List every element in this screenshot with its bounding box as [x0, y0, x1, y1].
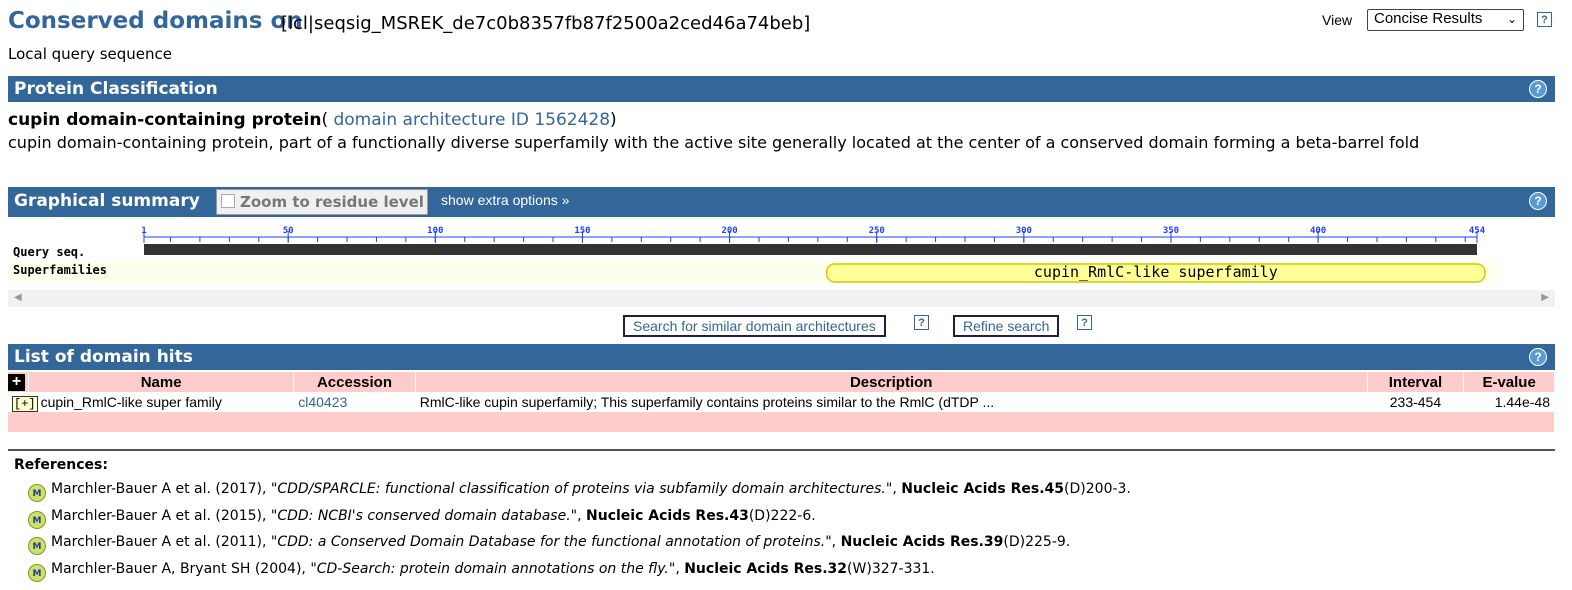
view-selected-value: Concise Results [1374, 10, 1483, 27]
help-icon[interactable]: ? [1077, 315, 1092, 330]
ruler-tick-label: 1 [141, 226, 146, 236]
reference-item: M Marchler-Bauer A et al. (2015), "CDD: N… [28, 508, 816, 529]
pubmed-icon[interactable]: M [28, 484, 46, 502]
query-seq-label: Query seq. [13, 245, 85, 259]
help-icon[interactable]: ? [914, 315, 929, 330]
ruler-tick-label: 400 [1310, 226, 1326, 236]
graphical-summary-title: Graphical summary [14, 191, 200, 211]
ruler-tick-label: 100 [427, 226, 443, 236]
expand-all-icon[interactable]: + [8, 374, 25, 391]
show-extra-options-link[interactable]: show extra options » [441, 192, 569, 208]
view-label: View [1322, 12, 1353, 28]
ruler-tick-label: 50 [283, 226, 294, 236]
column-header-description: Description [415, 372, 1368, 392]
horizontal-scrollbar[interactable]: ◀ ▶ [8, 290, 1555, 307]
search-similar-architectures-button[interactable]: Search for similar domain architectures [623, 315, 886, 337]
pubmed-icon[interactable]: M [28, 537, 46, 555]
protein-name-text: cupin domain-containing protein [8, 110, 322, 130]
view-select[interactable]: Concise Results ⌄ [1367, 9, 1524, 31]
table-row: [+] cupin_RmlC-like super family cl40423 … [8, 392, 1555, 412]
hit-name-cell: [+] cupin_RmlC-like super family [8, 392, 295, 412]
zoom-label: Zoom to residue level [240, 193, 424, 211]
expand-all-cell[interactable]: + [8, 372, 29, 392]
hit-evalue: 1.44e-48 [1463, 392, 1555, 412]
ruler-tick-label: 454 [1469, 226, 1486, 236]
reference-item: M Marchler-Bauer A et al. (2011), "CDD: a… [28, 534, 1070, 555]
hit-accession-cell: cl40423 [293, 392, 416, 412]
superfamilies-label: Superfamilies [13, 263, 107, 277]
domain-hits-title: List of domain hits [14, 347, 193, 367]
domain-hits-table: + Name Accession Description Interval E-… [8, 372, 1555, 432]
chevron-down-icon: ⌄ [1506, 12, 1517, 26]
pubmed-icon[interactable]: M [28, 564, 46, 582]
references-title: References: [14, 457, 108, 473]
classification-bar: Protein Classification ? [8, 76, 1555, 102]
protein-description: cupin domain-containing protein, part of… [8, 133, 1420, 152]
table-header-row: + Name Accession Description Interval E-… [8, 372, 1555, 392]
empty-cell [8, 412, 1555, 432]
hit-name: cupin_RmlC-like super family [40, 393, 222, 410]
zoom-checkbox[interactable] [221, 194, 235, 208]
paren-close: ) [610, 110, 617, 130]
domain-hits-bar: List of domain hits ? [8, 344, 1555, 370]
ruler-tick-label: 300 [1016, 226, 1032, 236]
column-header-accession: Accession [293, 372, 416, 392]
ruler-tick-label: 200 [721, 226, 737, 236]
hit-interval: 233-454 [1367, 392, 1465, 412]
query-sequence-bar [144, 244, 1477, 255]
superfamily-domain-label: cupin_RmlC-like superfamily [1034, 263, 1278, 281]
help-icon[interactable]: ? [1537, 12, 1552, 27]
domain-architecture-link[interactable]: domain architecture ID 1562428 [328, 110, 610, 130]
reference-item: M Marchler-Bauer A, Bryant SH (2004), "CD… [28, 561, 935, 582]
refine-search-button[interactable]: Refine search [953, 315, 1060, 337]
query-id: [lcl|seqsig_MSREK_de7c0b8357fb87f2500a2c… [281, 13, 811, 34]
help-icon[interactable]: ? [1529, 80, 1547, 98]
zoom-residue-toggle[interactable]: Zoom to residue level [216, 189, 428, 215]
column-header-interval: Interval [1367, 372, 1465, 392]
reference-item: M Marchler-Bauer A et al. (2017), "CDD/SP… [28, 481, 1131, 502]
classification-bar-title: Protein Classification [14, 79, 218, 99]
scroll-right-icon[interactable]: ▶ [1541, 292, 1549, 303]
ruler-tick-label: 150 [574, 226, 590, 236]
section-divider [8, 449, 1555, 451]
expand-row-toggle[interactable]: [+] [12, 395, 38, 412]
table-footer-row [8, 412, 1555, 432]
hit-description: RmlC-like cupin superfamily; This superf… [415, 392, 1368, 412]
column-header-name: Name [28, 372, 295, 392]
ruler-tick-label: 250 [869, 226, 885, 236]
graphical-summary-canvas: Query seq. Superfamilies 1 50 100 150 200 250… [8, 217, 1555, 289]
column-header-evalue: E-value [1463, 372, 1555, 392]
page-subtitle: Local query sequence [8, 45, 172, 63]
help-icon[interactable]: ? [1529, 192, 1547, 210]
protein-name: cupin domain-containing protein( domain … [8, 110, 617, 130]
help-icon[interactable]: ? [1529, 348, 1547, 366]
page-title: Conserved domains on [8, 8, 303, 34]
ruler-tick-label: 350 [1163, 226, 1179, 236]
hit-accession-link[interactable]: cl40423 [298, 394, 347, 410]
pubmed-icon[interactable]: M [28, 511, 46, 529]
scroll-left-icon[interactable]: ◀ [14, 292, 22, 303]
